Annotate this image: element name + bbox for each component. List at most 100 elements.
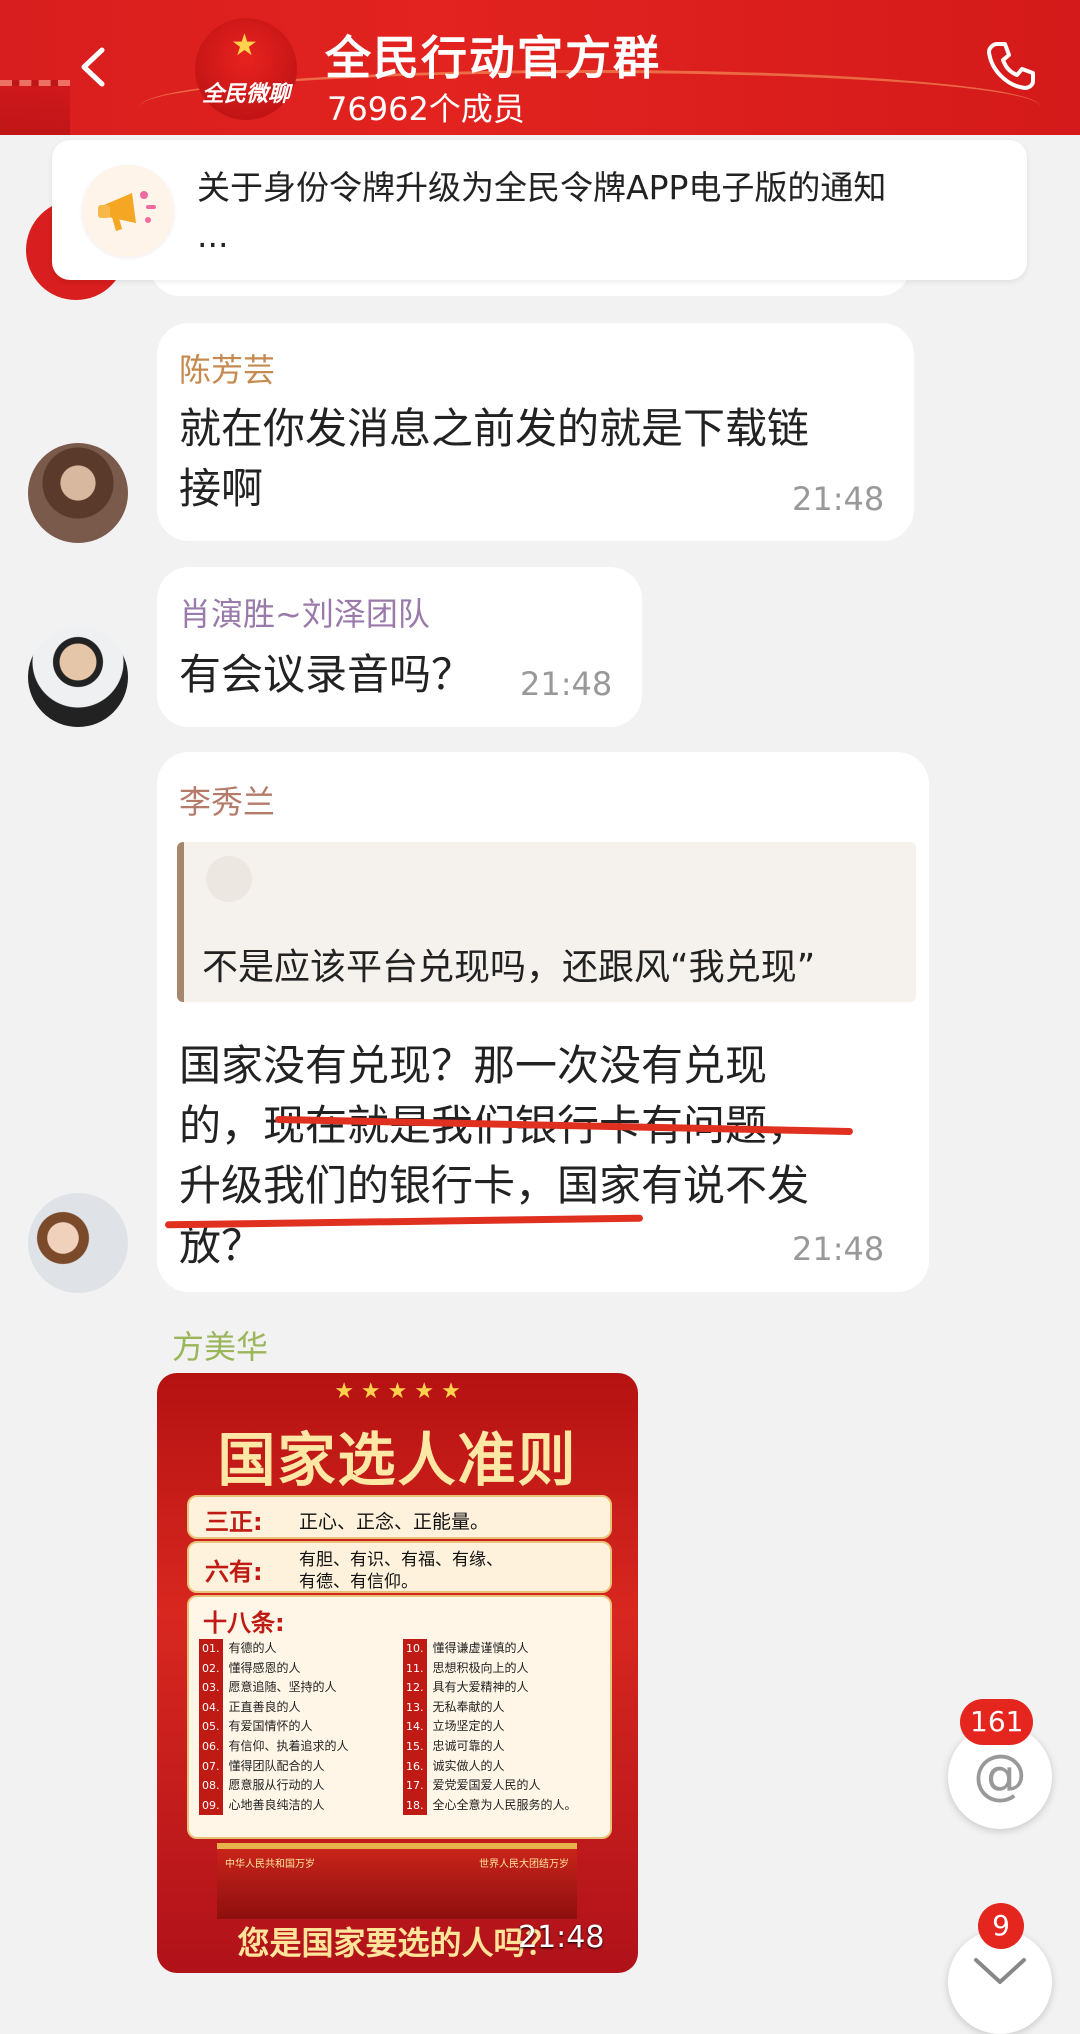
poster-list-text: 具有大爱精神的人 xyxy=(432,1680,529,1695)
poster-list-number: 05. xyxy=(199,1717,223,1737)
poster-list-number: 09. xyxy=(199,1795,223,1816)
megaphone-icon xyxy=(98,191,156,231)
notice-title: 关于身份令牌升级为全民令牌APP电子版的通知 xyxy=(197,168,887,207)
sender-name[interactable]: 李秀兰 xyxy=(179,777,275,823)
poster-san-zheng-text: 正心、正念、正能量。 xyxy=(299,1511,490,1533)
poster-liu-you-label: 六有: xyxy=(205,1558,263,1586)
group-notice-banner[interactable]: 关于身份令牌升级为全民令牌APP电子版的通知 ... xyxy=(52,140,1027,280)
message-line: 国家没有兑现？那一次没有兑现 xyxy=(179,1041,768,1090)
poster-list-label: 十八条: xyxy=(203,1609,285,1637)
unread-count-badge: 9 xyxy=(978,1903,1024,1949)
sender-name[interactable]: 肖演胜~刘泽团队 xyxy=(179,589,430,635)
poster-banner-left: 中华人民共和国万岁 xyxy=(225,1859,315,1870)
poster-list-item: 09. 心地善良纯洁的人 xyxy=(199,1795,349,1816)
poster-list-item: 02. 懂得感恩的人 xyxy=(199,1658,349,1679)
poster-list-number: 10. xyxy=(403,1639,427,1659)
star-icon: ★ xyxy=(231,28,258,63)
poster-list-item: 16. 诚实做人的人 xyxy=(403,1756,577,1777)
message-time: 21:48 xyxy=(518,1920,605,1955)
chat-header: ★ 全民微聊 全民行动官方群 76962个成员 xyxy=(0,0,1080,135)
message-time: 21:48 xyxy=(520,665,613,703)
message-time: 21:48 xyxy=(792,480,885,518)
call-button[interactable] xyxy=(985,40,1037,92)
poster-list-item: 18. 全心全意为人民服务的人。 xyxy=(403,1795,577,1816)
poster-list-text: 懂得谦虚谨慎的人 xyxy=(432,1641,529,1655)
poster-list-number: 04. xyxy=(199,1697,223,1718)
poster-list-text: 懂得感恩的人 xyxy=(228,1660,301,1675)
phone-icon xyxy=(987,42,1035,90)
avatar[interactable] xyxy=(28,443,128,543)
message-bubble[interactable]: 李秀兰 不是应该平台兑现吗，还跟风“我兑现” 国家没有兑现？那一次没有兑现 的，… xyxy=(157,752,929,1292)
poster-list-number: 02. xyxy=(199,1658,223,1679)
poster-list-right: 10. 懂得谦虚谨慎的人 11. 思想积极向上的人 12. 具有大爱精神的人 13. 无私奉献… xyxy=(403,1639,577,1816)
poster-list-number: 01. xyxy=(199,1639,223,1659)
poster-list-item: 14. 立场坚定的人 xyxy=(403,1717,577,1737)
great-wall-decoration xyxy=(0,80,70,135)
notice-text: 关于身份令牌升级为全民令牌APP电子版的通知 ... xyxy=(197,164,997,260)
poster-liu-you-box: 六有: 有胆、有识、有福、有缘、 有德、有信仰。 xyxy=(187,1541,612,1593)
poster-list-text: 爱党爱国爱人民的人 xyxy=(432,1778,541,1793)
poster-stars: ★ ★ ★ ★ ★ xyxy=(334,1379,461,1404)
poster-san-zheng-box: 三正: 正心、正念、正能量。 xyxy=(187,1495,612,1539)
poster-list-item: 06. 有信仰、执着追求的人 xyxy=(199,1736,349,1757)
poster-list-item: 07. 懂得团队配合的人 xyxy=(199,1756,349,1777)
poster-list-text: 心地善良纯洁的人 xyxy=(228,1797,325,1812)
avatar[interactable] xyxy=(28,627,128,727)
avatar[interactable] xyxy=(28,1193,128,1293)
poster-list-number: 17. xyxy=(403,1776,427,1796)
poster-list-number: 16. xyxy=(403,1756,427,1777)
poster-tiananmen-illustration: 中华人民共和国万岁 世界人民大团结万岁 xyxy=(217,1843,577,1919)
poster-list-number: 18. xyxy=(403,1795,427,1816)
poster-list-item: 01. 有德的人 xyxy=(199,1639,349,1659)
poster-list-number: 03. xyxy=(199,1678,223,1698)
poster-list-text: 全心全意为人民服务的人。 xyxy=(432,1797,577,1812)
notice-icon-wrap xyxy=(82,165,174,257)
image-message[interactable]: ★ ★ ★ ★ ★ 国家选人准则 三正: 正心、正念、正能量。 六有: 有胆、有… xyxy=(157,1373,638,1973)
poster-list-number: 15. xyxy=(403,1736,427,1757)
chevron-left-icon xyxy=(81,47,105,87)
poster-list-text: 无私奉献的人 xyxy=(432,1699,505,1714)
poster-list-left: 01. 有德的人 02. 懂得感恩的人 03. 愿意追随、坚持的人 04. 正直善良的人 05.… xyxy=(199,1639,349,1816)
poster-list-item: 15. 忠诚可靠的人 xyxy=(403,1736,577,1757)
poster-list-text: 忠诚可靠的人 xyxy=(432,1738,505,1753)
poster-list-number: 12. xyxy=(403,1678,427,1698)
message-line: 接啊 xyxy=(179,464,264,513)
poster-list-number: 07. xyxy=(199,1756,223,1777)
poster-list-item: 13. 无私奉献的人 xyxy=(403,1697,577,1718)
poster-list-number: 13. xyxy=(403,1697,427,1718)
poster-list-text: 立场坚定的人 xyxy=(432,1719,505,1734)
quoted-avatar xyxy=(206,856,252,902)
poster-list-item: 17. 爱党爱国爱人民的人 xyxy=(403,1776,577,1796)
poster-list-text: 正直善良的人 xyxy=(228,1699,301,1714)
sender-name[interactable]: 方美华 xyxy=(172,1322,268,1368)
poster-san-zheng-label: 三正: xyxy=(205,1508,263,1536)
poster-list-number: 11. xyxy=(403,1658,427,1679)
member-count[interactable]: 76962个成员 xyxy=(327,84,525,130)
poster-list-text: 懂得团队配合的人 xyxy=(228,1758,325,1773)
group-title[interactable]: 全民行动官方群 xyxy=(325,22,661,88)
poster-list-item: 10. 懂得谦虚谨慎的人 xyxy=(403,1639,577,1659)
poster-list-text: 诚实做人的人 xyxy=(432,1758,505,1773)
message-text: 就在你发消息之前发的就是下载链 接啊 xyxy=(179,399,899,519)
message-bubble[interactable]: 陈芳芸 就在你发消息之前发的就是下载链 接啊 21:48 xyxy=(157,323,914,541)
back-button[interactable] xyxy=(70,42,120,92)
poster-list-item: 08. 愿意服从行动的人 xyxy=(199,1776,349,1796)
poster-list-text: 愿意服从行动的人 xyxy=(228,1778,325,1793)
quoted-message[interactable]: 不是应该平台兑现吗，还跟风“我兑现” xyxy=(177,842,916,1002)
poster-list-item: 11. 思想积极向上的人 xyxy=(403,1658,577,1679)
poster-list-number: 06. xyxy=(199,1736,223,1757)
message-time: 21:48 xyxy=(792,1230,885,1268)
quoted-text: 不是应该平台兑现吗，还跟风“我兑现” xyxy=(202,947,816,988)
group-logo-text: 全民微聊 xyxy=(201,82,290,107)
poster-list-item: 05. 有爱国情怀的人 xyxy=(199,1717,349,1737)
poster-list-box: 十八条: 01. 有德的人 02. 懂得感恩的人 03. 愿意追随、坚持的人 04. 正直善良… xyxy=(187,1595,612,1839)
poster-list-text: 愿意追随、坚持的人 xyxy=(228,1680,337,1695)
group-logo[interactable]: ★ 全民微聊 xyxy=(195,18,297,120)
poster-liu-you-text-2: 有德、有信仰。 xyxy=(299,1572,418,1592)
sender-name[interactable]: 陈芳芸 xyxy=(179,345,275,391)
message-text: 有会议录音吗？ xyxy=(179,650,474,699)
poster-list-text: 有德的人 xyxy=(228,1641,277,1655)
poster-list-item: 12. 具有大爱精神的人 xyxy=(403,1678,577,1698)
poster-banner-right: 世界人民大团结万岁 xyxy=(479,1859,569,1870)
message-bubble[interactable]: 肖演胜~刘泽团队 有会议录音吗？ 21:48 xyxy=(157,567,642,727)
